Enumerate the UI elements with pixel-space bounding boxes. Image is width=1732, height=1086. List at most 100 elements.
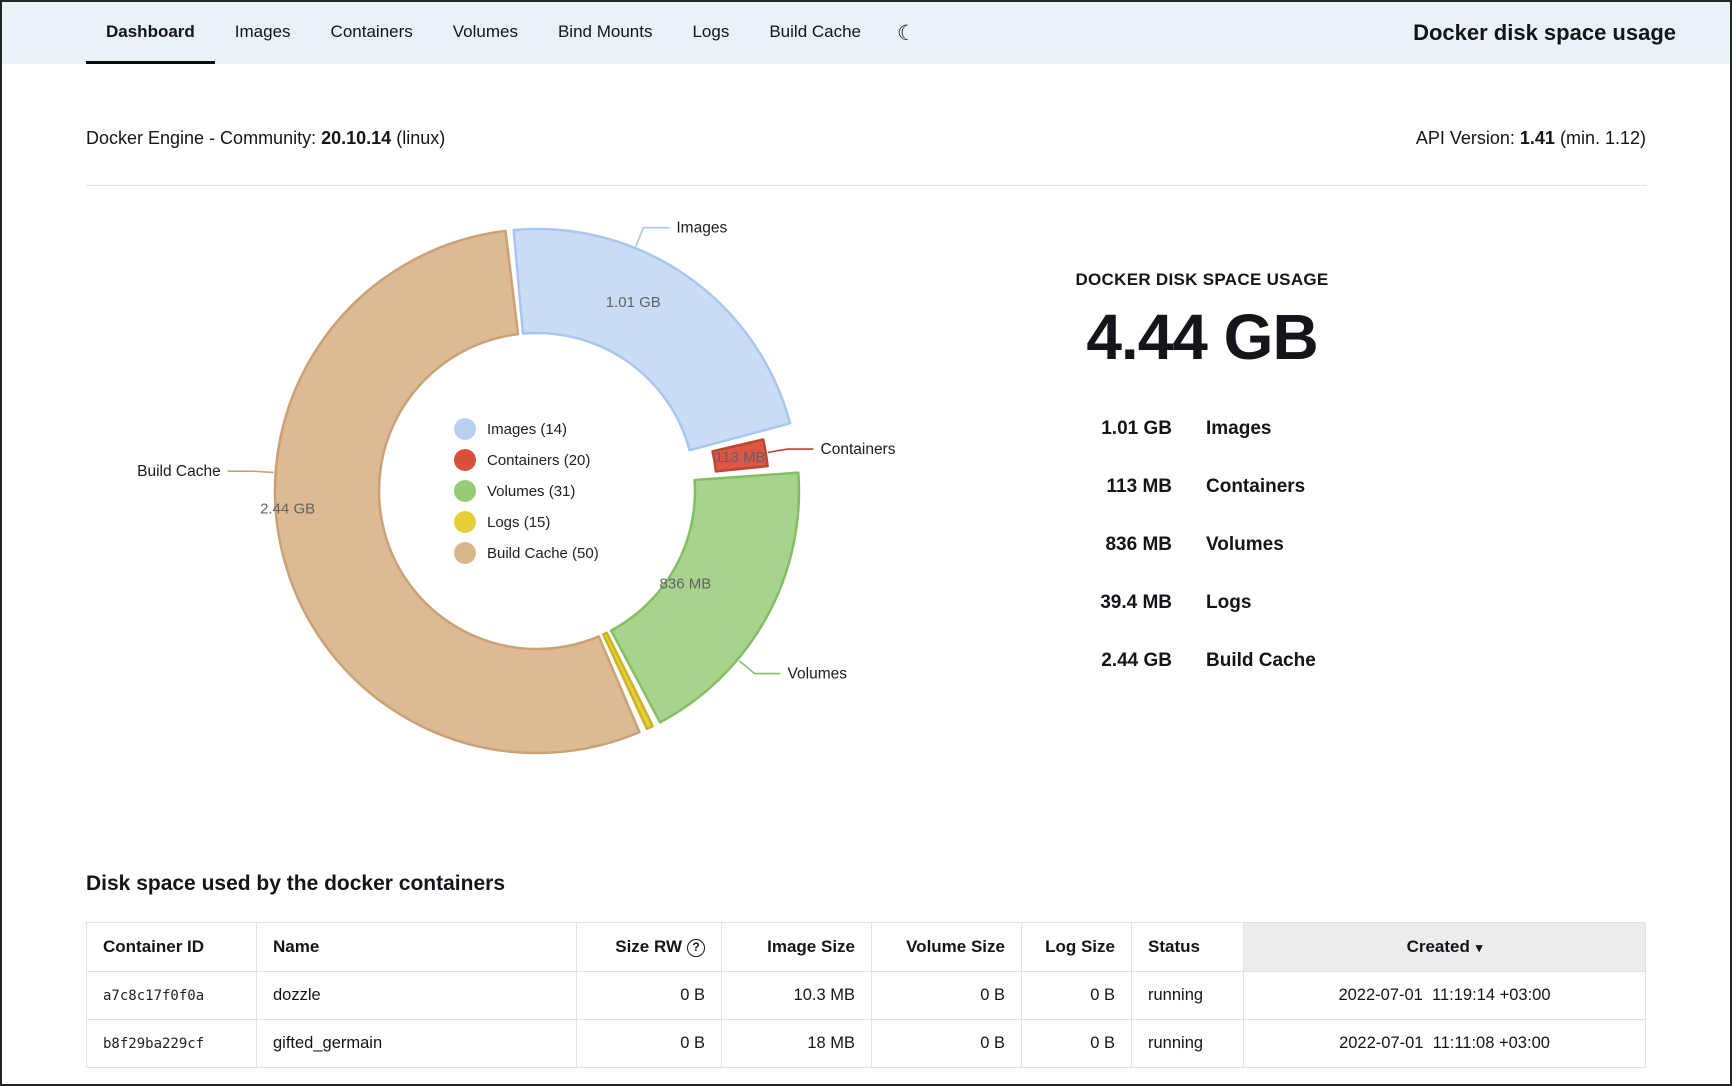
- summary-row-containers: 113 MB Containers: [987, 476, 1417, 498]
- disk-usage-section: 1.01 GB Images 113 MB Containers 836 MB Volum…: [2, 186, 1730, 826]
- summary-value: 836 MB: [987, 534, 1172, 556]
- summary-label: Build Cache: [1206, 650, 1316, 672]
- callout-line-build-cache: [228, 471, 274, 472]
- cell-created: 2022-07-01 11:19:14 +03:00: [1244, 972, 1646, 1020]
- legend-label: Volumes (31): [487, 483, 575, 500]
- slice-size-label-build-cache: 2.44 GB: [260, 500, 315, 517]
- cell-status: running: [1132, 972, 1244, 1020]
- legend-label: Images (14): [487, 421, 567, 438]
- summary-row-build-cache: 2.44 GB Build Cache: [987, 650, 1417, 672]
- moon-icon: ☾: [897, 21, 916, 46]
- column-header-size-rw[interactable]: Size RW?: [577, 923, 722, 972]
- column-header-log-size[interactable]: Log Size: [1022, 923, 1132, 972]
- containers-table-section: Disk space used by the docker containers…: [86, 872, 1646, 1068]
- legend-item-images[interactable]: Images (14): [454, 418, 599, 440]
- images-swatch-icon: [454, 418, 476, 440]
- caret-down-icon: ▾: [1476, 940, 1483, 955]
- legend-label: Build Cache (50): [487, 545, 599, 562]
- top-navigation-bar: Dashboard Images Containers Volumes Bind…: [2, 2, 1730, 64]
- containers-table: Container ID Name Size RW? Image Size Vo…: [86, 922, 1646, 1068]
- tab-logs[interactable]: Logs: [672, 2, 749, 64]
- column-header-status[interactable]: Status: [1132, 923, 1244, 972]
- cell-volume-size: 0 B: [872, 972, 1022, 1020]
- cell-image-size: 18 MB: [722, 1020, 872, 1068]
- api-version-text: API Version: 1.41 (min. 1.12): [1416, 128, 1646, 149]
- dark-mode-toggle[interactable]: ☾: [881, 2, 932, 64]
- donut-slice-volumes[interactable]: [611, 473, 799, 723]
- column-header-created[interactable]: Created ▾: [1244, 923, 1646, 972]
- summary-row-images: 1.01 GB Images: [987, 418, 1417, 440]
- column-header-name[interactable]: Name: [257, 923, 577, 972]
- legend-item-build-cache[interactable]: Build Cache (50): [454, 542, 599, 564]
- created-label: Created: [1407, 937, 1470, 956]
- cell-name: dozzle: [257, 972, 577, 1020]
- engine-info-row: Docker Engine - Community: 20.10.14 (lin…: [86, 128, 1646, 149]
- size-rw-label: Size RW: [615, 937, 682, 956]
- summary-value: 113 MB: [987, 476, 1172, 498]
- summary-rows: 1.01 GB Images 113 MB Containers 836 MB …: [987, 418, 1417, 672]
- containers-swatch-icon: [454, 449, 476, 471]
- docker-dashboard-page: Dashboard Images Containers Volumes Bind…: [0, 0, 1732, 1086]
- column-header-volume-size[interactable]: Volume Size: [872, 923, 1022, 972]
- summary-label: Logs: [1206, 592, 1251, 614]
- slice-size-label-volumes: 836 MB: [660, 576, 712, 593]
- legend-label: Containers (20): [487, 452, 590, 469]
- summary-value: 39.4 MB: [987, 592, 1172, 614]
- summary-row-volumes: 836 MB Volumes: [987, 534, 1417, 556]
- build-cache-swatch-icon: [454, 542, 476, 564]
- chart-legend: Images (14) Containers (20) Volumes (31)…: [454, 418, 599, 573]
- volumes-swatch-icon: [454, 480, 476, 502]
- cell-size-rw: 0 B: [577, 972, 722, 1020]
- callout-label-build-cache: Build Cache: [137, 463, 221, 480]
- engine-version-text: Docker Engine - Community: 20.10.14 (lin…: [86, 128, 445, 149]
- summary-label: Volumes: [1206, 534, 1284, 556]
- table-row: b8f29ba229cf gifted_germain 0 B 18 MB 0 …: [87, 1020, 1646, 1068]
- callout-label-containers: Containers: [821, 441, 896, 458]
- cell-image-size: 10.3 MB: [722, 972, 872, 1020]
- legend-item-volumes[interactable]: Volumes (31): [454, 480, 599, 502]
- summary-label: Containers: [1206, 476, 1305, 498]
- callout-line-images: [636, 228, 669, 247]
- summary-label: Images: [1206, 418, 1271, 440]
- disk-usage-summary: DOCKER DISK SPACE USAGE 4.44 GB 1.01 GB …: [987, 270, 1417, 708]
- table-row: a7c8c17f0f0a dozzle 0 B 10.3 MB 0 B 0 B …: [87, 972, 1646, 1020]
- callout-label-images: Images: [676, 220, 727, 237]
- cell-name: gifted_germain: [257, 1020, 577, 1068]
- tab-volumes[interactable]: Volumes: [433, 2, 538, 64]
- legend-item-containers[interactable]: Containers (20): [454, 449, 599, 471]
- app-title: Docker disk space usage: [1413, 20, 1730, 46]
- table-heading: Disk space used by the docker containers: [86, 872, 1646, 896]
- legend-item-logs[interactable]: Logs (15): [454, 511, 599, 533]
- summary-heading: DOCKER DISK SPACE USAGE: [987, 270, 1417, 290]
- cell-created: 2022-07-01 11:11:08 +03:00: [1244, 1020, 1646, 1068]
- legend-label: Logs (15): [487, 514, 550, 531]
- donut-slice-images[interactable]: [514, 229, 790, 450]
- tab-bind-mounts[interactable]: Bind Mounts: [538, 2, 673, 64]
- summary-value: 2.44 GB: [987, 650, 1172, 672]
- column-header-image-size[interactable]: Image Size: [722, 923, 872, 972]
- tab-images[interactable]: Images: [215, 2, 311, 64]
- summary-total: 4.44 GB: [987, 300, 1417, 374]
- cell-log-size: 0 B: [1022, 1020, 1132, 1068]
- cell-container-id: a7c8c17f0f0a: [87, 972, 257, 1020]
- summary-row-logs: 39.4 MB Logs: [987, 592, 1417, 614]
- tab-build-cache[interactable]: Build Cache: [749, 2, 881, 64]
- column-header-container-id[interactable]: Container ID: [87, 923, 257, 972]
- nav-tabs: Dashboard Images Containers Volumes Bind…: [86, 2, 932, 64]
- tab-containers[interactable]: Containers: [311, 2, 433, 64]
- slice-size-label-containers: 113 MB: [715, 449, 766, 466]
- callout-line-containers: [768, 449, 814, 452]
- cell-volume-size: 0 B: [872, 1020, 1022, 1068]
- cell-container-id: b8f29ba229cf: [87, 1020, 257, 1068]
- cell-status: running: [1132, 1020, 1244, 1068]
- tab-dashboard[interactable]: Dashboard: [86, 2, 215, 64]
- table-header-row: Container ID Name Size RW? Image Size Vo…: [87, 923, 1646, 972]
- logs-swatch-icon: [454, 511, 476, 533]
- summary-value: 1.01 GB: [987, 418, 1172, 440]
- callout-label-volumes: Volumes: [788, 666, 848, 683]
- cell-size-rw: 0 B: [577, 1020, 722, 1068]
- question-circle-icon[interactable]: ?: [687, 939, 705, 957]
- callout-line-volumes: [739, 661, 780, 674]
- cell-log-size: 0 B: [1022, 972, 1132, 1020]
- slice-size-label-images: 1.01 GB: [606, 294, 661, 311]
